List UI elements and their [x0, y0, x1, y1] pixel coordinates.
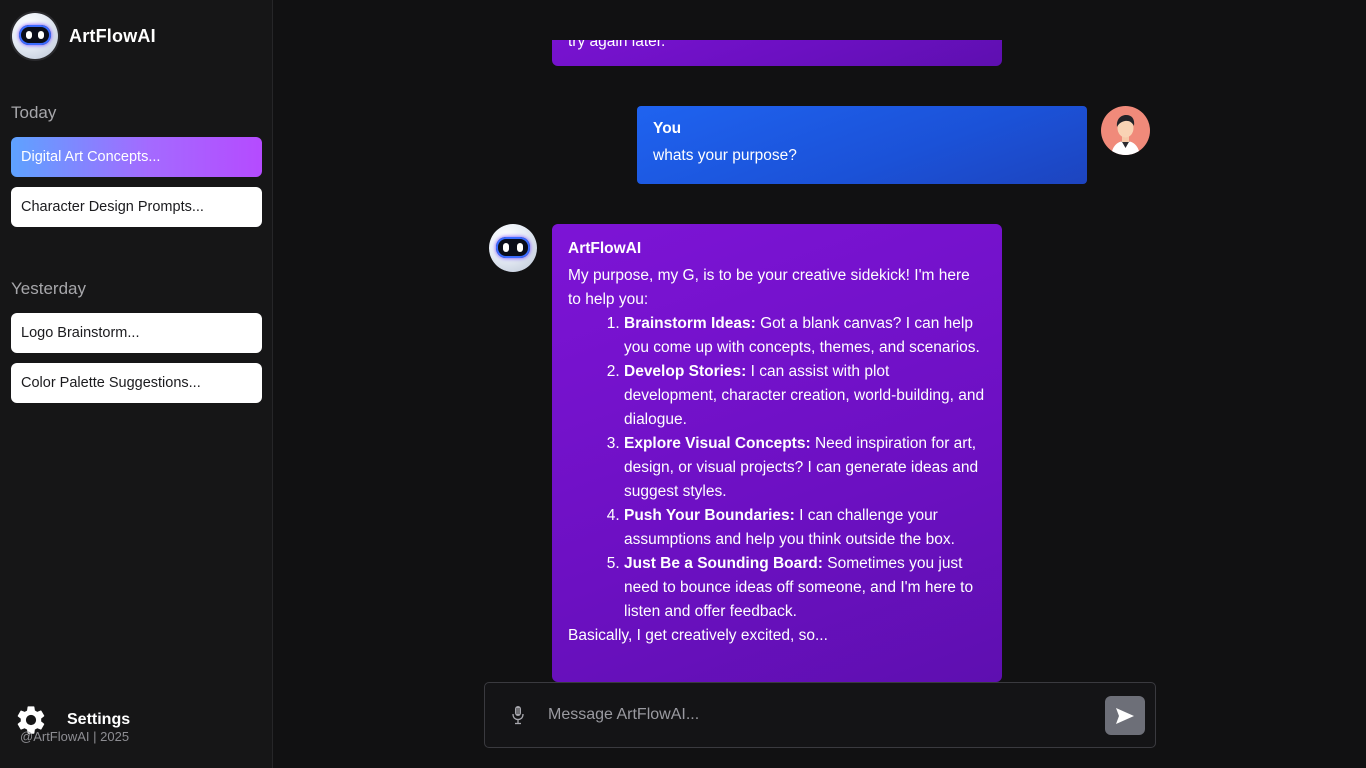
user-avatar-icon — [1101, 106, 1150, 155]
message-sender: You — [653, 120, 682, 137]
chat-item-logo-brainstorm[interactable]: Logo Brainstorm... — [11, 313, 262, 353]
microphone-icon[interactable] — [512, 705, 524, 725]
message-sender: ArtFlowAI — [568, 240, 642, 257]
message-composer — [484, 682, 1156, 748]
brand[interactable]: ArtFlowAI — [12, 13, 156, 59]
chat-item-color-palette-suggestions[interactable]: Color Palette Suggestions... — [11, 363, 262, 403]
user-message: You whats your purpose? — [637, 106, 1087, 184]
app-title: ArtFlowAI — [69, 25, 156, 46]
message-outro: Basically, I get creatively excited, so.… — [568, 627, 828, 644]
ai-message: ArtFlowAI My purpose, my G, is to be you… — [552, 224, 1002, 682]
list-item: Brainstorm Ideas: Got a blank canvas? I … — [624, 312, 986, 360]
chat-item-character-design-prompts[interactable]: Character Design Prompts... — [11, 187, 262, 227]
section-label-yesterday: Yesterday — [11, 279, 86, 298]
message-input[interactable] — [548, 703, 1088, 727]
message-text: whats your purpose? — [653, 147, 797, 164]
top-fade — [274, 0, 1366, 40]
message-list: Brainstorm Ideas: Got a blank canvas? I … — [624, 312, 986, 624]
section-label-today: Today — [11, 103, 57, 122]
send-arrow-icon — [1116, 707, 1134, 724]
list-item: Just Be a Sounding Board: Sometimes you … — [624, 552, 986, 624]
robot-logo-icon — [12, 13, 58, 59]
ai-avatar-icon — [489, 224, 537, 272]
footer-copyright: @ArtFlowAI | 2025 — [20, 729, 130, 744]
list-item: Explore Visual Concepts: Need inspiratio… — [624, 432, 986, 504]
list-item: Develop Stories: I can assist with plot … — [624, 360, 986, 432]
settings-label: Settings — [67, 711, 131, 728]
message-intro: My purpose, my G, is to be your creative… — [568, 267, 970, 308]
chat-item-digital-art-concepts[interactable]: Digital Art Concepts... — [11, 137, 262, 177]
send-button[interactable] — [1105, 696, 1145, 735]
sidebar: ArtFlowAI Today Digital Art Concepts... … — [0, 0, 273, 768]
list-item: Push Your Boundaries: I can challenge yo… — [624, 504, 986, 552]
